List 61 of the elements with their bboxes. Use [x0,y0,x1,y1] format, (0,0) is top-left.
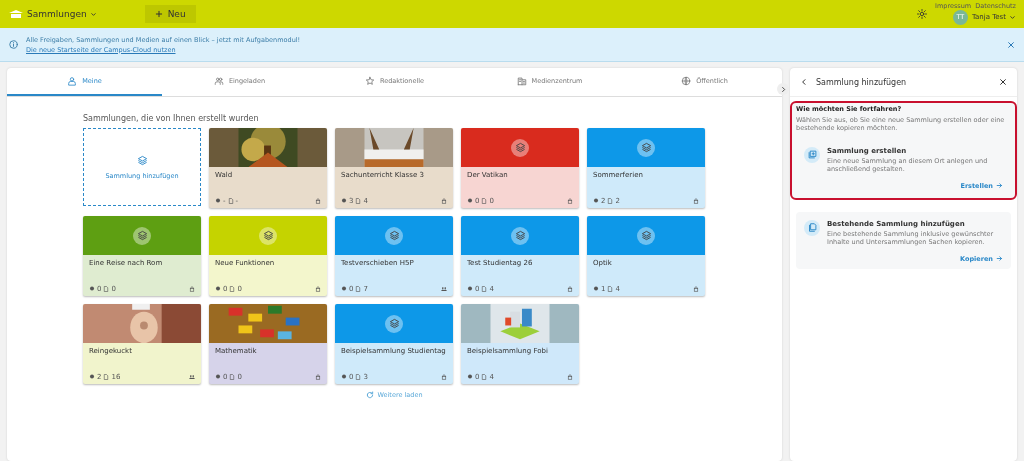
file-icon [103,374,110,380]
star-icon [364,76,375,86]
arrow-right-icon [996,182,1003,190]
file-icon [227,198,234,204]
file-icon [355,286,362,292]
collection-icon [215,198,221,204]
layers-icon [262,230,274,241]
collection-icon [467,374,473,380]
collection-icon [89,374,95,380]
person-icon [67,76,78,86]
collection-icon [593,286,599,292]
collection-icon [89,286,95,292]
file-icon [481,374,488,380]
panel-title: Sammlung hinzufügen [816,77,908,87]
file-icon [229,286,236,292]
layers-icon [136,154,148,166]
chevron-right-icon [779,85,787,93]
add-copy-icon [807,150,817,160]
file-icon [607,198,614,204]
layers-icon [136,230,148,241]
back-button[interactable] [800,78,808,86]
collection-icon [467,286,473,292]
file-icon [229,374,236,380]
collection-icon [215,286,221,292]
section-title: Sammlungen, die von Ihnen erstellt wurden [83,114,260,123]
file-icon [103,286,110,292]
plus-icon [154,10,163,18]
copy-icon [807,223,817,233]
app-menu[interactable]: Sammlungen [8,9,97,19]
layers-icon [640,230,652,241]
globe-icon [681,76,692,86]
new-button[interactable]: Neu [144,5,196,23]
building-icon [516,76,527,86]
layers-icon [388,318,400,329]
layers-icon [514,142,526,153]
logo-icon [8,9,24,19]
close-icon [999,78,1007,86]
file-icon [607,286,614,292]
chevron-left-icon [800,78,808,86]
layers-icon [388,230,400,241]
collection-icon [467,198,473,204]
close-icon [1007,40,1015,49]
file-icon [481,198,488,204]
sun-icon[interactable] [917,9,928,19]
close-button[interactable] [999,78,1007,86]
layers-icon [514,230,526,241]
collection-icon [341,374,347,380]
collection-icon [593,198,599,204]
caret-icon [1009,13,1016,21]
file-icon [481,286,488,292]
collection-icon [341,198,347,204]
refresh-icon [366,391,375,399]
collection-icon [215,374,221,380]
file-icon [355,198,362,204]
layers-icon [640,142,652,153]
collection-icon [341,286,347,292]
file-icon [355,374,362,380]
people-icon [213,76,224,86]
arrow-right-icon [996,255,1003,263]
info-icon [9,40,18,49]
caret-icon [89,10,97,18]
